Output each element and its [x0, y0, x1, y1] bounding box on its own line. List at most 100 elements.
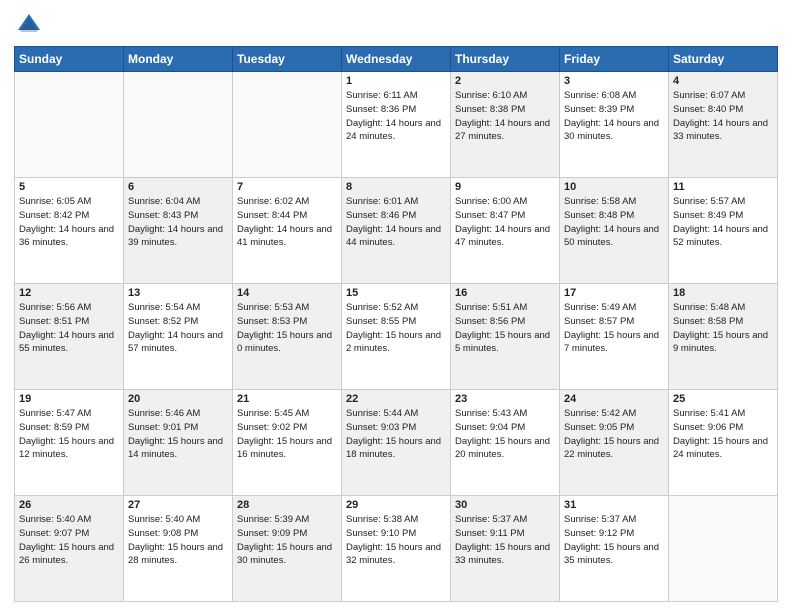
- calendar-cell: 16 Sunrise: 5:51 AM Sunset: 8:56 PM Dayli…: [451, 284, 560, 390]
- day-number: 23: [455, 393, 555, 405]
- day-number: 14: [237, 287, 337, 299]
- calendar-header-sunday: Sunday: [15, 47, 124, 72]
- day-info: Sunrise: 5:40 AM Sunset: 9:08 PM Dayligh…: [128, 513, 228, 568]
- day-number: 9: [455, 181, 555, 193]
- calendar-header-friday: Friday: [560, 47, 669, 72]
- day-number: 2: [455, 75, 555, 87]
- calendar-cell: 5 Sunrise: 6:05 AM Sunset: 8:42 PM Daylig…: [15, 178, 124, 284]
- day-number: 6: [128, 181, 228, 193]
- calendar-cell: 8Sunrise: 6:01 AM Sunset: 8:46 PM Daylig…: [342, 178, 451, 284]
- day-info: Sunrise: 5:43 AM Sunset: 9:04 PM Dayligh…: [455, 407, 555, 462]
- calendar-header-row: SundayMondayTuesdayWednesdayThursdayFrid…: [15, 47, 778, 72]
- calendar-cell: 14 Sunrise: 5:53 AM Sunset: 8:53 PM Dayli…: [233, 284, 342, 390]
- day-info: Sunrise: 5:54 AM Sunset: 8:52 PM Dayligh…: [128, 301, 228, 356]
- calendar-cell: [669, 496, 778, 602]
- calendar-cell: 13 Sunrise: 5:54 AM Sunset: 8:52 PM Dayli…: [124, 284, 233, 390]
- day-info: Sunrise: 5:53 AM Sunset: 8:53 PM Dayligh…: [237, 301, 337, 356]
- calendar-cell: 9 Sunrise: 6:00 AM Sunset: 8:47 PM Daylig…: [451, 178, 560, 284]
- day-info: Sunrise: 6:10 AM Sunset: 8:38 PM Dayligh…: [455, 89, 555, 144]
- day-info: Sunrise: 6:05 AM Sunset: 8:42 PM Dayligh…: [19, 195, 119, 250]
- day-number: 26: [19, 499, 119, 511]
- calendar-week-row: 19 Sunrise: 5:47 AM Sunset: 8:59 PM Dayli…: [15, 390, 778, 496]
- calendar-week-row: 5 Sunrise: 6:05 AM Sunset: 8:42 PM Daylig…: [15, 178, 778, 284]
- logo: [14, 10, 48, 40]
- calendar-cell: [233, 72, 342, 178]
- calendar-cell: 27 Sunrise: 5:40 AM Sunset: 9:08 PM Dayli…: [124, 496, 233, 602]
- calendar-cell: 19 Sunrise: 5:47 AM Sunset: 8:59 PM Dayli…: [15, 390, 124, 496]
- day-number: 13: [128, 287, 228, 299]
- calendar-cell: 24 Sunrise: 5:42 AM Sunset: 9:05 PM Dayli…: [560, 390, 669, 496]
- calendar-week-row: 1 Sunrise: 6:11 AM Sunset: 8:36 PM Daylig…: [15, 72, 778, 178]
- day-info: Sunrise: 5:40 AM Sunset: 9:07 PM Dayligh…: [19, 513, 119, 568]
- day-number: 8: [346, 181, 446, 193]
- day-number: 3: [564, 75, 664, 87]
- day-number: 18: [673, 287, 773, 299]
- day-info: Sunrise: 5:41 AM Sunset: 9:06 PM Dayligh…: [673, 407, 773, 462]
- day-number: 24: [564, 393, 664, 405]
- calendar-cell: 30 Sunrise: 5:37 AM Sunset: 9:11 PM Dayli…: [451, 496, 560, 602]
- calendar-cell: 20 Sunrise: 5:46 AM Sunset: 9:01 PM Dayli…: [124, 390, 233, 496]
- day-number: 28: [237, 499, 337, 511]
- day-info: Sunrise: 6:00 AM Sunset: 8:47 PM Dayligh…: [455, 195, 555, 250]
- day-info: Sunrise: 6:07 AM Sunset: 8:40 PM Dayligh…: [673, 89, 773, 144]
- calendar-cell: 21 Sunrise: 5:45 AM Sunset: 9:02 PM Dayli…: [233, 390, 342, 496]
- day-number: 17: [564, 287, 664, 299]
- calendar-cell: 31 Sunrise: 5:37 AM Sunset: 9:12 PM Dayli…: [560, 496, 669, 602]
- day-info: Sunrise: 6:11 AM Sunset: 8:36 PM Dayligh…: [346, 89, 446, 144]
- calendar-cell: 25 Sunrise: 5:41 AM Sunset: 9:06 PM Dayli…: [669, 390, 778, 496]
- day-info: Sunrise: 5:49 AM Sunset: 8:57 PM Dayligh…: [564, 301, 664, 356]
- day-info: Sunrise: 5:56 AM Sunset: 8:51 PM Dayligh…: [19, 301, 119, 356]
- day-number: 20: [128, 393, 228, 405]
- calendar-cell: 2 Sunrise: 6:10 AM Sunset: 8:38 PM Daylig…: [451, 72, 560, 178]
- calendar-header-monday: Monday: [124, 47, 233, 72]
- day-number: 21: [237, 393, 337, 405]
- day-number: 10: [564, 181, 664, 193]
- day-number: 30: [455, 499, 555, 511]
- day-info: Sunrise: 5:51 AM Sunset: 8:56 PM Dayligh…: [455, 301, 555, 356]
- day-number: 31: [564, 499, 664, 511]
- day-info: Sunrise: 6:04 AM Sunset: 8:43 PM Dayligh…: [128, 195, 228, 250]
- calendar-cell: 18Sunrise: 5:48 AM Sunset: 8:58 PM Dayli…: [669, 284, 778, 390]
- day-number: 19: [19, 393, 119, 405]
- calendar-cell: [15, 72, 124, 178]
- day-info: Sunrise: 5:39 AM Sunset: 9:09 PM Dayligh…: [237, 513, 337, 568]
- calendar-week-row: 12Sunrise: 5:56 AM Sunset: 8:51 PM Dayli…: [15, 284, 778, 390]
- day-info: Sunrise: 5:42 AM Sunset: 9:05 PM Dayligh…: [564, 407, 664, 462]
- calendar-cell: [124, 72, 233, 178]
- calendar-header-wednesday: Wednesday: [342, 47, 451, 72]
- day-number: 25: [673, 393, 773, 405]
- calendar-cell: 29Sunrise: 5:38 AM Sunset: 9:10 PM Dayli…: [342, 496, 451, 602]
- day-number: 1: [346, 75, 446, 87]
- day-info: Sunrise: 5:37 AM Sunset: 9:11 PM Dayligh…: [455, 513, 555, 568]
- day-number: 22: [346, 393, 446, 405]
- calendar-cell: 7 Sunrise: 6:02 AM Sunset: 8:44 PM Daylig…: [233, 178, 342, 284]
- day-info: Sunrise: 5:47 AM Sunset: 8:59 PM Dayligh…: [19, 407, 119, 462]
- calendar-table: SundayMondayTuesdayWednesdayThursdayFrid…: [14, 46, 778, 602]
- day-number: 7: [237, 181, 337, 193]
- day-number: 15: [346, 287, 446, 299]
- calendar-cell: 28 Sunrise: 5:39 AM Sunset: 9:09 PM Dayli…: [233, 496, 342, 602]
- calendar-cell: 22Sunrise: 5:44 AM Sunset: 9:03 PM Dayli…: [342, 390, 451, 496]
- day-info: Sunrise: 5:37 AM Sunset: 9:12 PM Dayligh…: [564, 513, 664, 568]
- calendar-cell: 11Sunrise: 5:57 AM Sunset: 8:49 PM Dayli…: [669, 178, 778, 284]
- calendar-cell: 12Sunrise: 5:56 AM Sunset: 8:51 PM Dayli…: [15, 284, 124, 390]
- page: SundayMondayTuesdayWednesdayThursdayFrid…: [0, 0, 792, 612]
- day-info: Sunrise: 6:08 AM Sunset: 8:39 PM Dayligh…: [564, 89, 664, 144]
- calendar-cell: 3 Sunrise: 6:08 AM Sunset: 8:39 PM Daylig…: [560, 72, 669, 178]
- logo-icon: [14, 10, 44, 40]
- day-number: 27: [128, 499, 228, 511]
- calendar-header-tuesday: Tuesday: [233, 47, 342, 72]
- day-number: 29: [346, 499, 446, 511]
- day-info: Sunrise: 5:58 AM Sunset: 8:48 PM Dayligh…: [564, 195, 664, 250]
- calendar-cell: 15Sunrise: 5:52 AM Sunset: 8:55 PM Dayli…: [342, 284, 451, 390]
- calendar-cell: 26 Sunrise: 5:40 AM Sunset: 9:07 PM Dayli…: [15, 496, 124, 602]
- day-info: Sunrise: 5:57 AM Sunset: 8:49 PM Dayligh…: [673, 195, 773, 250]
- day-info: Sunrise: 6:02 AM Sunset: 8:44 PM Dayligh…: [237, 195, 337, 250]
- calendar-header-saturday: Saturday: [669, 47, 778, 72]
- day-info: Sunrise: 5:46 AM Sunset: 9:01 PM Dayligh…: [128, 407, 228, 462]
- day-number: 16: [455, 287, 555, 299]
- day-number: 5: [19, 181, 119, 193]
- calendar-cell: 1 Sunrise: 6:11 AM Sunset: 8:36 PM Daylig…: [342, 72, 451, 178]
- calendar-cell: 10 Sunrise: 5:58 AM Sunset: 8:48 PM Dayli…: [560, 178, 669, 284]
- day-info: Sunrise: 5:45 AM Sunset: 9:02 PM Dayligh…: [237, 407, 337, 462]
